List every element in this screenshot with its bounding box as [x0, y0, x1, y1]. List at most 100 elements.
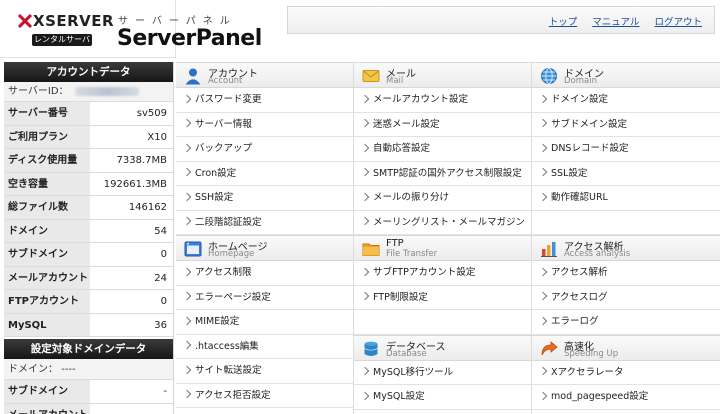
- menu-item-cron[interactable]: Cron設定: [176, 162, 353, 186]
- target-domain-line: ドメイン： ----: [4, 359, 173, 380]
- header-nav-bar: トップ マニュアル ログアウト: [287, 6, 715, 34]
- menu-item-label: 迷惑メール設定: [373, 118, 440, 130]
- row-label: サブドメイン: [4, 243, 90, 266]
- chevron-right-icon: [182, 291, 192, 301]
- row-value: 192661.3MB: [103, 178, 167, 190]
- row-value: 146162: [128, 202, 167, 213]
- chevron-right-icon: [538, 391, 548, 400]
- homepage-window-icon: [184, 241, 202, 257]
- xserver-logo-icon: [18, 14, 32, 28]
- section-subtitle: Database: [386, 348, 427, 359]
- menu-item-access-log[interactable]: アクセスログ: [532, 286, 720, 310]
- row-label: MySQL: [4, 313, 90, 336]
- manual-link[interactable]: マニュアル: [592, 17, 639, 28]
- chevron-right-icon: [182, 167, 192, 177]
- menu-item-mod-pagespeed[interactable]: mod_pagespeed設定: [532, 385, 720, 410]
- menu-item-error-log[interactable]: エラーログ: [532, 310, 720, 335]
- row-label: サーバー番号: [4, 102, 90, 125]
- menu-item-label: SSL設定: [551, 167, 588, 179]
- menu-column-3: ドメイン Domain ドメイン設定 サブドメイン設定 DNSレコード設定 SS…: [532, 62, 720, 414]
- menu-item-label: アクセス制限: [195, 267, 252, 278]
- server-id-value-blurred: [74, 86, 139, 96]
- menu-item-htaccess[interactable]: .htaccess編集: [176, 335, 353, 359]
- header: XSERVER レンタルサーバー サーバーパネル ServerPanel トップ…: [0, 0, 720, 62]
- chevron-right-icon: [182, 216, 192, 226]
- menu-item-dns-record[interactable]: DNSレコード設定: [532, 137, 720, 162]
- menu-item-label: MySQL移行ツール: [373, 366, 454, 378]
- menu-item-label: MySQL設定: [373, 391, 425, 402]
- database-icon: [364, 341, 378, 356]
- menu-item-label: パスワード変更: [195, 94, 262, 105]
- menu-item-x-accelerator[interactable]: Xアクセラレータ: [532, 361, 720, 385]
- section-subtitle: File Transfer: [386, 249, 438, 259]
- menu-item-test-url[interactable]: 動作確認URL: [532, 186, 720, 211]
- menu-item-label: アクセス拒否設定: [195, 389, 271, 401]
- top-link[interactable]: トップ: [549, 17, 578, 28]
- menu-item-mail-account[interactable]: メールアカウント設定: [354, 88, 531, 113]
- logout-link[interactable]: ログアウト: [654, 17, 702, 28]
- server-id-row: サーバーID：: [4, 82, 173, 102]
- menu-column-1: アカウント Account パスワード変更 サーバー情報 バックアップ Cron…: [176, 62, 354, 414]
- menu-item-server-info[interactable]: サーバー情報: [176, 113, 353, 137]
- user-icon: [185, 68, 201, 85]
- menu-item-mysql-settings[interactable]: MySQL設定: [354, 385, 531, 410]
- empty-cell: [532, 211, 720, 235]
- menu-item-mime[interactable]: MIME設定: [176, 310, 353, 335]
- menu-item-label: メーリングリスト・メールマガジン: [373, 216, 526, 228]
- chevron-right-icon: [538, 167, 548, 177]
- menu-column-2: メール Mail メールアカウント設定 迷惑メール設定 自動応答設定 SMTP認…: [354, 62, 532, 414]
- menu-item-access-restriction[interactable]: アクセス制限: [176, 261, 353, 286]
- menu-item-error-page[interactable]: エラーページ設定: [176, 286, 353, 310]
- domain-data-title: 設定対象ドメインデータ: [4, 339, 173, 359]
- section-subtitle: Homepage: [208, 249, 255, 259]
- menu-item-label: 二段階認証設定: [195, 216, 262, 228]
- chevron-right-icon: [538, 94, 548, 103]
- menu-item-ftp-restriction[interactable]: FTP制限設定: [354, 286, 531, 310]
- chevron-right-icon: [538, 267, 548, 276]
- menu-item-access-deny[interactable]: アクセス拒否設定: [176, 384, 353, 408]
- row-value: 7338.7MB: [116, 155, 167, 166]
- folder-icon: [362, 243, 380, 256]
- menu-item-mysql-migration[interactable]: MySQL移行ツール: [354, 361, 531, 385]
- row-label: ご利用プラン: [4, 125, 90, 148]
- section-database-header: データベース Database: [354, 334, 531, 361]
- logo-text: XSERVER: [33, 12, 115, 30]
- menu-item-label: アクセスログ: [551, 291, 608, 303]
- menu-item-label: Xアクセラレータ: [551, 366, 624, 378]
- account-sidebar: アカウントデータ サーバーID： サーバー番号 sv509 ご利用プラン X10 デ…: [4, 62, 174, 414]
- menu-item-two-factor[interactable]: 二段階認証設定: [176, 211, 353, 235]
- menu-item-ssl[interactable]: SSL設定: [532, 162, 720, 186]
- menu-item-mailing-list[interactable]: メーリングリスト・メールマガジン: [354, 211, 531, 235]
- menu-item-label: SSH設定: [195, 192, 234, 203]
- chevron-right-icon: [182, 143, 192, 152]
- menu-item-label: mod_pagespeed設定: [551, 391, 649, 402]
- sidebar-row-domains: ドメイン 54: [4, 219, 173, 243]
- section-domain-header: ドメイン Domain: [532, 62, 720, 88]
- menu-item-ssh[interactable]: SSH設定: [176, 186, 353, 211]
- menu-item-label: アクセス解析: [551, 267, 608, 278]
- menu-item-sub-ftp-account[interactable]: サブFTPアカウント設定: [354, 261, 531, 286]
- chevron-right-icon: [182, 389, 192, 399]
- section-subtitle: Domain: [564, 76, 597, 86]
- section-homepage-header: ホームページ Homepage: [176, 235, 353, 261]
- chevron-right-icon: [538, 366, 548, 376]
- chevron-right-icon: [538, 118, 548, 128]
- menu-item-site-redirect[interactable]: サイト転送設定: [176, 359, 353, 384]
- row-label: 空き容量: [4, 172, 90, 195]
- menu-item-domain-settings[interactable]: ドメイン設定: [532, 88, 720, 113]
- menu-item-auto-reply[interactable]: 自動応答設定: [354, 137, 531, 162]
- menu-item-label: FTP制限設定: [373, 291, 428, 303]
- menu-item-backup[interactable]: バックアップ: [176, 137, 353, 162]
- chevron-right-icon: [360, 216, 370, 226]
- menu-item-label: MIME設定: [195, 316, 240, 327]
- chevron-right-icon: [538, 192, 548, 201]
- menu-item-password-change[interactable]: パスワード変更: [176, 88, 353, 113]
- menu-item-mail-sorting[interactable]: メールの振り分け: [354, 186, 531, 211]
- chevron-right-icon: [182, 94, 192, 103]
- menu-item-subdomain-settings[interactable]: サブドメイン設定: [532, 113, 720, 137]
- sidebar-row-file-count: 総ファイル数 146162: [4, 196, 173, 220]
- chevron-right-icon: [360, 267, 370, 276]
- menu-item-spam-filter[interactable]: 迷惑メール設定: [354, 113, 531, 137]
- menu-item-access-analysis[interactable]: アクセス解析: [532, 261, 720, 286]
- menu-item-smtp-foreign-restriction[interactable]: SMTP認証の国外アクセス制限設定: [354, 162, 531, 186]
